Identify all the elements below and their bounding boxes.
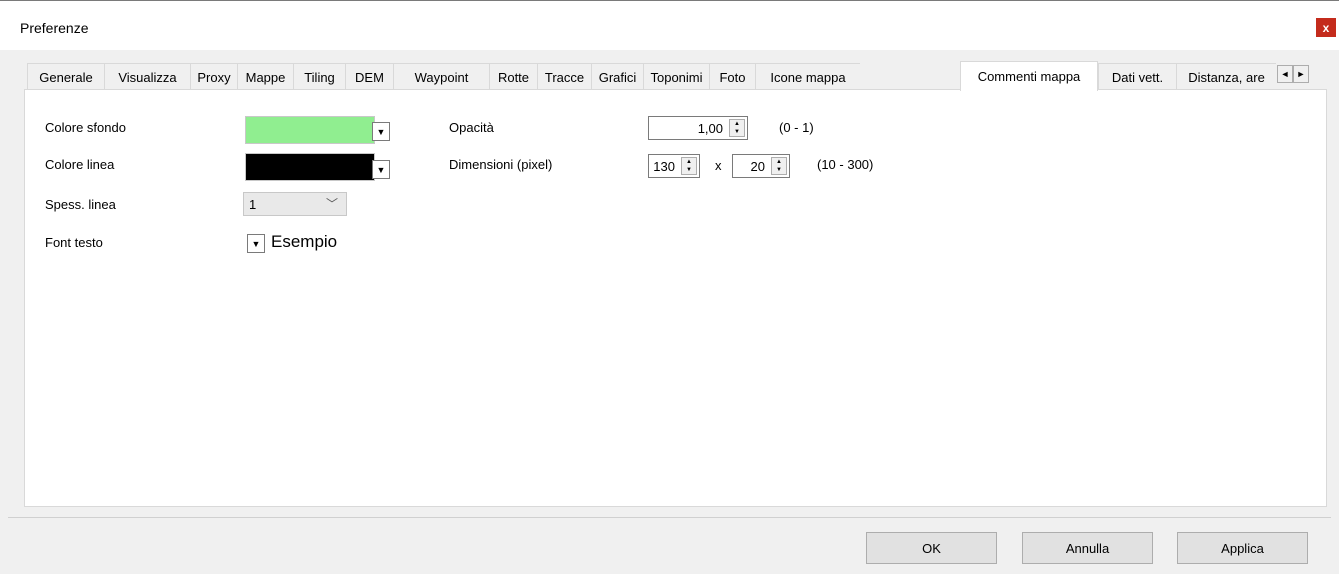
spin-up-down-icon[interactable]: ▲ ▼ bbox=[771, 157, 787, 175]
spin-up-down-icon[interactable]: ▲ ▼ bbox=[729, 119, 745, 137]
tab-commenti-mappa[interactable]: Commenti mappa bbox=[960, 61, 1098, 91]
opacity-label: Opacità bbox=[449, 120, 494, 135]
tab-panel-commenti-mappa: Colore sfondo ▼ Colore linea ▼ Spess. li… bbox=[24, 89, 1327, 507]
height-value: 20 bbox=[750, 159, 765, 174]
tab-distanza-aree[interactable]: Distanza, are bbox=[1176, 63, 1276, 90]
footer-divider bbox=[8, 517, 1331, 518]
tab-visualizza[interactable]: Visualizza bbox=[104, 63, 190, 90]
ok-button[interactable]: OK bbox=[866, 532, 997, 564]
dropdown-arrow-icon: ▼ bbox=[251, 238, 261, 249]
dropdown-arrow-icon: ▼ bbox=[376, 126, 386, 137]
tab-mappe[interactable]: Mappe bbox=[237, 63, 293, 90]
tab-strip: Generale Visualizza Proxy Mappe Tiling D… bbox=[27, 61, 1327, 91]
line-width-value: 1 bbox=[249, 197, 257, 212]
font-sample: Esempio bbox=[271, 232, 338, 251]
tab-icone-mappa[interactable]: Icone mappa bbox=[755, 63, 860, 90]
width-spinner[interactable]: 130 ▲ ▼ bbox=[648, 154, 700, 178]
size-separator: x bbox=[715, 158, 722, 173]
line-color-dropdown-button[interactable]: ▼ bbox=[372, 160, 390, 179]
chevron-down-icon: ﹀ bbox=[325, 197, 338, 211]
dropdown-arrow-icon: ▼ bbox=[376, 164, 386, 175]
font-dropdown-button[interactable]: ▼ bbox=[247, 234, 265, 253]
tab-toponimi[interactable]: Toponimi bbox=[643, 63, 709, 90]
line-color-swatch[interactable] bbox=[245, 153, 375, 181]
tab-waypoint[interactable]: Waypoint bbox=[393, 63, 489, 90]
spin-up-down-icon[interactable]: ▲ ▼ bbox=[681, 157, 697, 175]
tab-foto[interactable]: Foto bbox=[709, 63, 755, 90]
tab-rotte[interactable]: Rotte bbox=[489, 63, 537, 90]
tab-dati-vett[interactable]: Dati vett. bbox=[1098, 63, 1176, 90]
tab-generale[interactable]: Generale bbox=[27, 63, 104, 90]
line-width-select[interactable]: 1 ﹀ bbox=[243, 192, 347, 216]
bg-color-dropdown-button[interactable]: ▼ bbox=[372, 122, 390, 141]
opacity-range: (0 - 1) bbox=[779, 120, 814, 135]
size-label: Dimensioni (pixel) bbox=[449, 157, 553, 172]
window-title: Preferenze bbox=[20, 20, 89, 36]
width-value: 130 bbox=[653, 159, 675, 174]
arrow-right-icon: ► bbox=[1296, 69, 1306, 79]
opacity-spinner[interactable]: 1,00 ▲ ▼ bbox=[648, 116, 748, 140]
tab-scroll-right-button[interactable]: ► bbox=[1293, 65, 1309, 83]
tab-grafici[interactable]: Grafici bbox=[591, 63, 643, 90]
tab-dem[interactable]: DEM bbox=[345, 63, 393, 90]
tab-tracce[interactable]: Tracce bbox=[537, 63, 591, 90]
arrow-left-icon: ◄ bbox=[1280, 69, 1290, 79]
size-range: (10 - 300) bbox=[817, 157, 874, 172]
tab-tiling[interactable]: Tiling bbox=[293, 63, 345, 90]
title-bar: Preferenze x bbox=[0, 0, 1339, 50]
bg-color-label: Colore sfondo bbox=[45, 120, 126, 135]
cancel-button[interactable]: Annulla bbox=[1022, 532, 1153, 564]
apply-button[interactable]: Applica bbox=[1177, 532, 1308, 564]
tab-scroll-left-button[interactable]: ◄ bbox=[1277, 65, 1293, 83]
opacity-value: 1,00 bbox=[697, 121, 723, 136]
height-spinner[interactable]: 20 ▲ ▼ bbox=[732, 154, 790, 178]
tab-proxy[interactable]: Proxy bbox=[190, 63, 237, 90]
close-button[interactable]: x bbox=[1316, 18, 1336, 37]
line-color-label: Colore linea bbox=[45, 157, 115, 172]
bg-color-swatch[interactable] bbox=[245, 116, 375, 144]
close-icon: x bbox=[1322, 20, 1330, 35]
line-width-label: Spess. linea bbox=[45, 197, 116, 212]
font-label: Font testo bbox=[45, 235, 103, 250]
